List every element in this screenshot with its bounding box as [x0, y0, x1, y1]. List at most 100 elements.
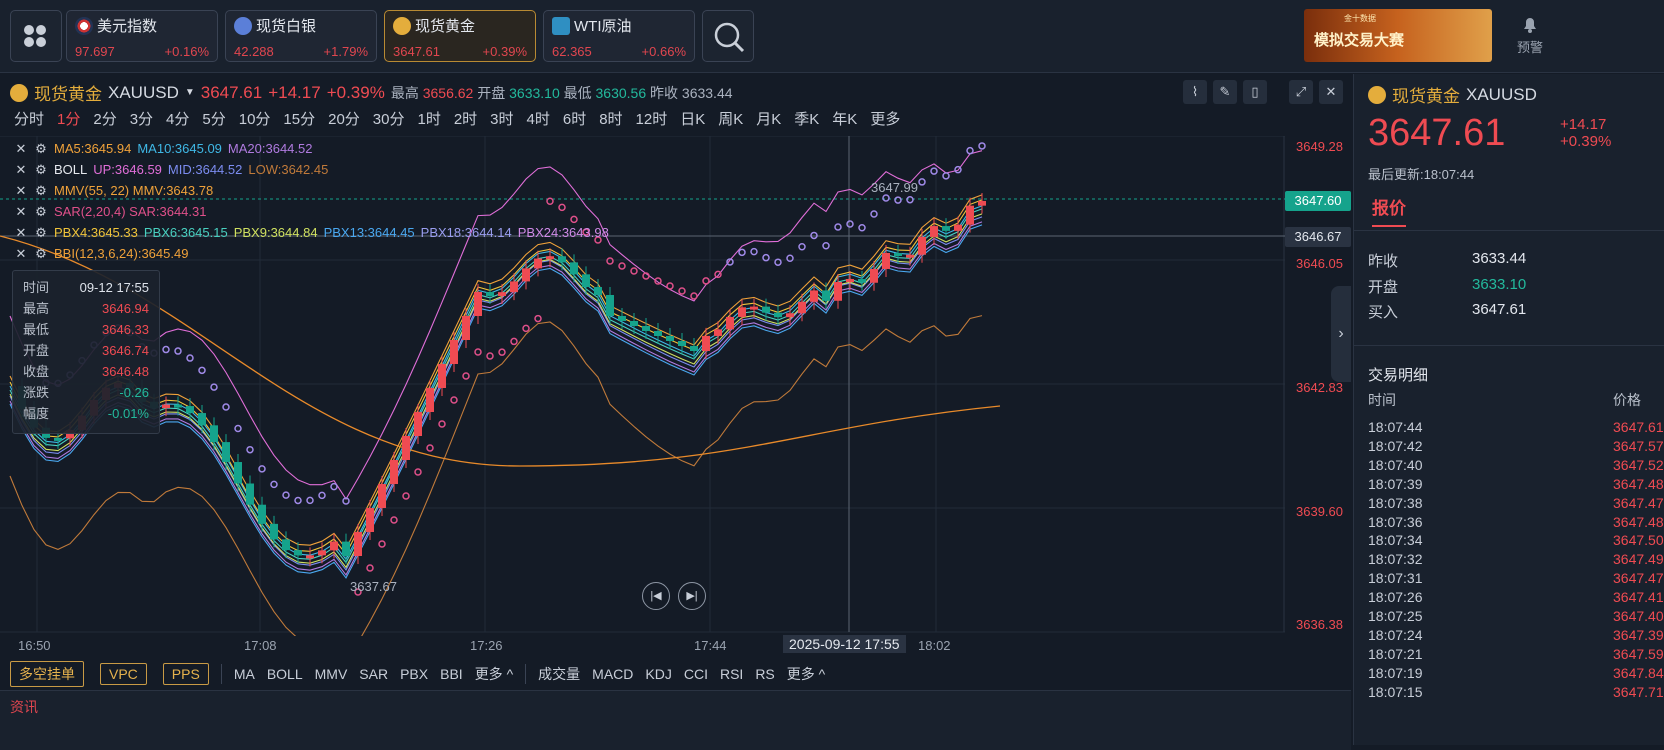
tooltip-close: 3646.48 [102, 364, 149, 379]
period-tab[interactable]: 3时 [490, 108, 513, 129]
alert-button[interactable]: 预警 [1510, 14, 1550, 56]
skip-back-icon[interactable]: |◀ [642, 582, 670, 610]
long-short-orders-button[interactable]: 多空挂单 [10, 661, 84, 687]
legend-sar: ✕ ⚙ SAR(2,20,4) SAR:3644.31 [14, 201, 609, 222]
indicator-icon[interactable]: ⌇ [1183, 80, 1207, 104]
close-icon[interactable]: ✕ [14, 159, 28, 180]
candle [942, 226, 950, 231]
close-icon[interactable]: ✕ [14, 201, 28, 222]
legend-pbx: ✕ ⚙ PBX4:3645.33 PBX6:3645.15 PBX9:3644.8… [14, 222, 609, 243]
more-main-indicators[interactable]: 更多 ^ [475, 664, 513, 684]
news-panel-peek: 资讯 [0, 690, 1351, 750]
gear-icon[interactable]: ⚙ [34, 180, 48, 201]
close-icon[interactable]: ✕ [1319, 80, 1343, 104]
more-sub-indicators[interactable]: 更多 ^ [787, 664, 825, 684]
price-axis-label: 3639.60 [1296, 504, 1343, 519]
trade-row: 18:07:19 3647.84 [1368, 664, 1664, 683]
close-icon[interactable]: ✕ [14, 222, 28, 243]
sar-dot [534, 314, 542, 323]
chart-toolbar: ⌇ ✎ ▯ ⤢ ✕ [1183, 80, 1343, 104]
candle-type-icon[interactable]: ▯ [1243, 80, 1267, 104]
period-tab[interactable]: 20分 [328, 108, 360, 129]
sar-dot [942, 172, 950, 180]
trades-list: 18:07:44 3647.61 18:07:42 3647.57 18:07:40 36… [1368, 418, 1664, 702]
legend-ma10: MA10:3645.09 [137, 141, 222, 156]
period-tab[interactable]: 8时 [599, 108, 622, 129]
period-tab[interactable]: 30分 [373, 108, 405, 129]
period-tab[interactable]: 3分 [130, 108, 153, 129]
indicator-mmv[interactable]: MMV [315, 666, 348, 682]
skip-forward-icon[interactable]: ▶| [678, 582, 706, 610]
ticker-silver[interactable]: 现货白银 42.288 +1.79% [225, 10, 377, 62]
period-tab[interactable]: 周K [718, 108, 743, 129]
indicator-kdj[interactable]: KDJ [645, 666, 671, 682]
period-tab[interactable]: 年K [832, 108, 857, 129]
news-tab[interactable]: 资讯 [10, 699, 38, 715]
period-tab[interactable]: 10分 [239, 108, 271, 129]
indicator-bbi[interactable]: BBI [440, 666, 463, 682]
sar-dot [210, 383, 218, 391]
pps-button[interactable]: PPS [162, 663, 209, 685]
indicator-rsi[interactable]: RSI [720, 666, 743, 682]
trade-time: 18:07:38 [1368, 494, 1423, 511]
trade-row: 18:07:21 3647.59 [1368, 645, 1664, 664]
sar-dot [906, 195, 914, 204]
chevron-down-icon[interactable]: ▼ [185, 87, 195, 98]
ticker-usd-index[interactable]: 美元指数 97.697 +0.16% [66, 10, 218, 62]
draw-pen-icon[interactable]: ✎ [1213, 80, 1237, 104]
promo-banner[interactable]: 金十数据 模拟交易大赛 [1304, 9, 1492, 62]
period-tab[interactable]: 4分 [166, 108, 189, 129]
expand-icon[interactable]: ⤢ [1289, 80, 1313, 104]
indicator-macd[interactable]: MACD [592, 666, 633, 682]
indicator-rs[interactable]: RS [755, 666, 774, 682]
period-tab[interactable]: 4时 [527, 108, 550, 129]
divider [1354, 230, 1664, 231]
legend-ma: ✕ ⚙ MA5:3645.94 MA10:3645.09 MA20:3644.52 [14, 138, 609, 159]
period-tab[interactable]: 2分 [93, 108, 116, 129]
cursor-time-label: 2025-09-12 17:55 [783, 635, 906, 653]
ticker-wti-oil[interactable]: WTI原油 62.365 +0.66% [543, 10, 695, 62]
candle [522, 268, 530, 282]
period-tab[interactable]: 15分 [283, 108, 315, 129]
period-tab[interactable]: 分时 [14, 108, 44, 129]
gear-icon[interactable]: ⚙ [34, 159, 48, 180]
gear-icon[interactable]: ⚙ [34, 138, 48, 159]
search-button[interactable] [702, 10, 754, 62]
indicator-cci[interactable]: CCI [684, 666, 708, 682]
instrument-symbol[interactable]: XAUUSD [108, 83, 179, 103]
close-icon[interactable]: ✕ [14, 138, 28, 159]
candle [594, 287, 602, 295]
period-tab[interactable]: 季K [794, 108, 819, 129]
gear-icon[interactable]: ⚙ [34, 201, 48, 222]
indicator-sar[interactable]: SAR [359, 666, 388, 682]
time-axis-label: 17:44 [694, 638, 727, 653]
gold-icon [393, 16, 411, 35]
collapse-panel-handle[interactable]: › [1331, 286, 1351, 382]
indicator-volume[interactable]: 成交量 [538, 664, 580, 684]
gear-icon[interactable]: ⚙ [34, 222, 48, 243]
indicator-ma[interactable]: MA [234, 666, 255, 682]
gear-icon[interactable]: ⚙ [34, 243, 48, 264]
period-tab[interactable]: 日K [680, 108, 705, 129]
close-icon[interactable]: ✕ [14, 243, 28, 264]
tab-quote[interactable]: 报价 [1372, 194, 1406, 227]
period-tab[interactable]: 12时 [636, 108, 668, 129]
indicator-pbx[interactable]: PBX [400, 666, 428, 682]
close-icon[interactable]: ✕ [14, 180, 28, 201]
period-tab[interactable]: 更多 [870, 108, 900, 129]
legend-boll-low: LOW:3642.45 [248, 162, 329, 177]
candle [450, 340, 458, 364]
trade-price: 3647.41 [1613, 589, 1664, 606]
candle [462, 316, 470, 340]
period-tab[interactable]: 1分 [57, 108, 80, 129]
period-tab[interactable]: 2时 [454, 108, 477, 129]
indicator-boll[interactable]: BOLL [267, 666, 303, 682]
vpc-button[interactable]: VPC [100, 663, 147, 685]
period-tab[interactable]: 1时 [417, 108, 440, 129]
period-tab[interactable]: 6时 [563, 108, 586, 129]
last-updated: 最后更新:18:07:44 [1368, 167, 1475, 182]
apps-menu-button[interactable] [10, 10, 62, 62]
period-tab[interactable]: 月K [756, 108, 781, 129]
period-tab[interactable]: 5分 [202, 108, 225, 129]
ticker-gold[interactable]: 现货黄金 3647.61 +0.39% [384, 10, 536, 62]
